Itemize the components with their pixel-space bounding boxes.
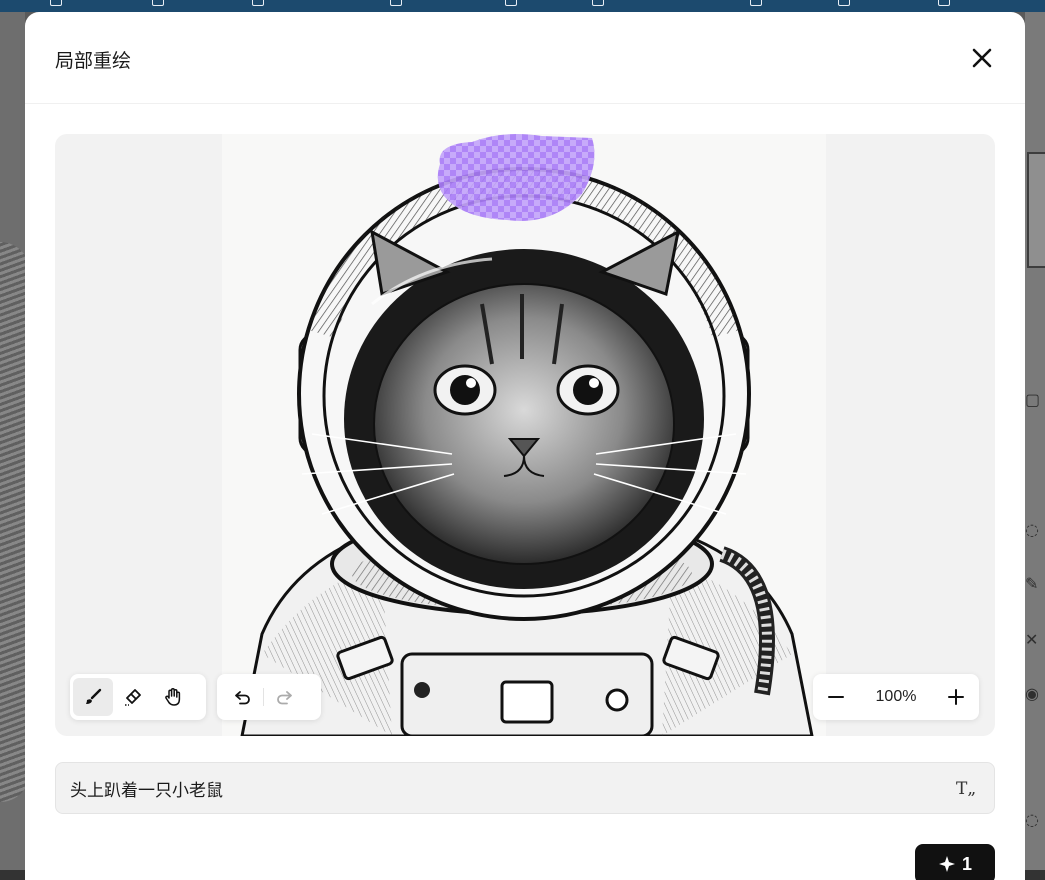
zoom-control: 100% bbox=[813, 674, 979, 720]
hand-icon bbox=[165, 688, 181, 706]
bg-checkbox-icon bbox=[938, 0, 950, 6]
undo-icon bbox=[235, 691, 250, 705]
background-artwork bbox=[0, 242, 25, 802]
bg-checkbox-icon bbox=[505, 0, 517, 6]
artwork-illustration bbox=[240, 167, 814, 736]
bg-checkbox-icon bbox=[390, 0, 402, 6]
plus-icon bbox=[948, 689, 964, 705]
bg-icon: ◌ bbox=[1025, 810, 1039, 829]
modal-title: 局部重绘 bbox=[55, 50, 132, 72]
bg-checkbox-icon bbox=[152, 0, 164, 6]
bg-checkbox-icon bbox=[50, 0, 62, 6]
bg-checkbox-icon bbox=[838, 0, 850, 6]
bg-icon: ✎ bbox=[1025, 574, 1039, 593]
bg-icon: ◉ bbox=[1025, 684, 1039, 703]
redo-icon bbox=[277, 691, 292, 705]
pan-tool-button[interactable] bbox=[153, 678, 193, 716]
prompt-input[interactable] bbox=[70, 763, 930, 813]
inpaint-modal: 局部重绘 100% 头上趴着一只小老鼠 T„ 1 bbox=[25, 12, 1025, 880]
generate-count: 1 bbox=[961, 853, 972, 874]
brush-icon bbox=[86, 688, 102, 704]
bg-checkbox-icon bbox=[592, 0, 604, 6]
zoom-in-button[interactable] bbox=[936, 678, 976, 716]
bg-checkbox-icon bbox=[252, 0, 264, 6]
minus-icon bbox=[828, 696, 844, 698]
redo-button[interactable] bbox=[264, 678, 304, 716]
background-thumbnail bbox=[1027, 152, 1045, 268]
close-icon bbox=[972, 48, 992, 68]
text-style-icon: T„ bbox=[956, 779, 977, 799]
zoom-level: 100% bbox=[875, 688, 917, 705]
eraser-icon bbox=[125, 689, 141, 706]
bg-icon: ◌ bbox=[1025, 520, 1039, 539]
eraser-tool-button[interactable] bbox=[113, 678, 153, 716]
background-right-panel: ▢ ◌ ✎ ✕ ◉ ◌ bbox=[1025, 12, 1045, 870]
bg-icon: ✕ bbox=[1025, 630, 1039, 649]
inpaint-canvas[interactable]: 100% bbox=[55, 134, 995, 736]
draw-tools bbox=[70, 674, 206, 720]
background-left-panel bbox=[0, 12, 25, 870]
inpaint-mask bbox=[437, 134, 595, 221]
undo-button[interactable] bbox=[223, 678, 263, 716]
sparkle-icon bbox=[938, 856, 955, 872]
history-tools bbox=[217, 674, 321, 720]
bg-icon: ▢ bbox=[1025, 390, 1041, 409]
prompt-field: T„ bbox=[55, 762, 995, 814]
text-style-button[interactable]: T„ bbox=[956, 777, 980, 801]
modal-header: 局部重绘 bbox=[25, 12, 1025, 104]
zoom-out-button[interactable] bbox=[816, 678, 856, 716]
background-topbar bbox=[0, 0, 1045, 12]
close-button[interactable] bbox=[968, 44, 996, 72]
cat-astronaut-image bbox=[222, 134, 826, 736]
bg-checkbox-icon bbox=[750, 0, 762, 6]
generate-button[interactable]: 1 bbox=[915, 844, 995, 880]
brush-tool-button[interactable] bbox=[73, 678, 113, 716]
